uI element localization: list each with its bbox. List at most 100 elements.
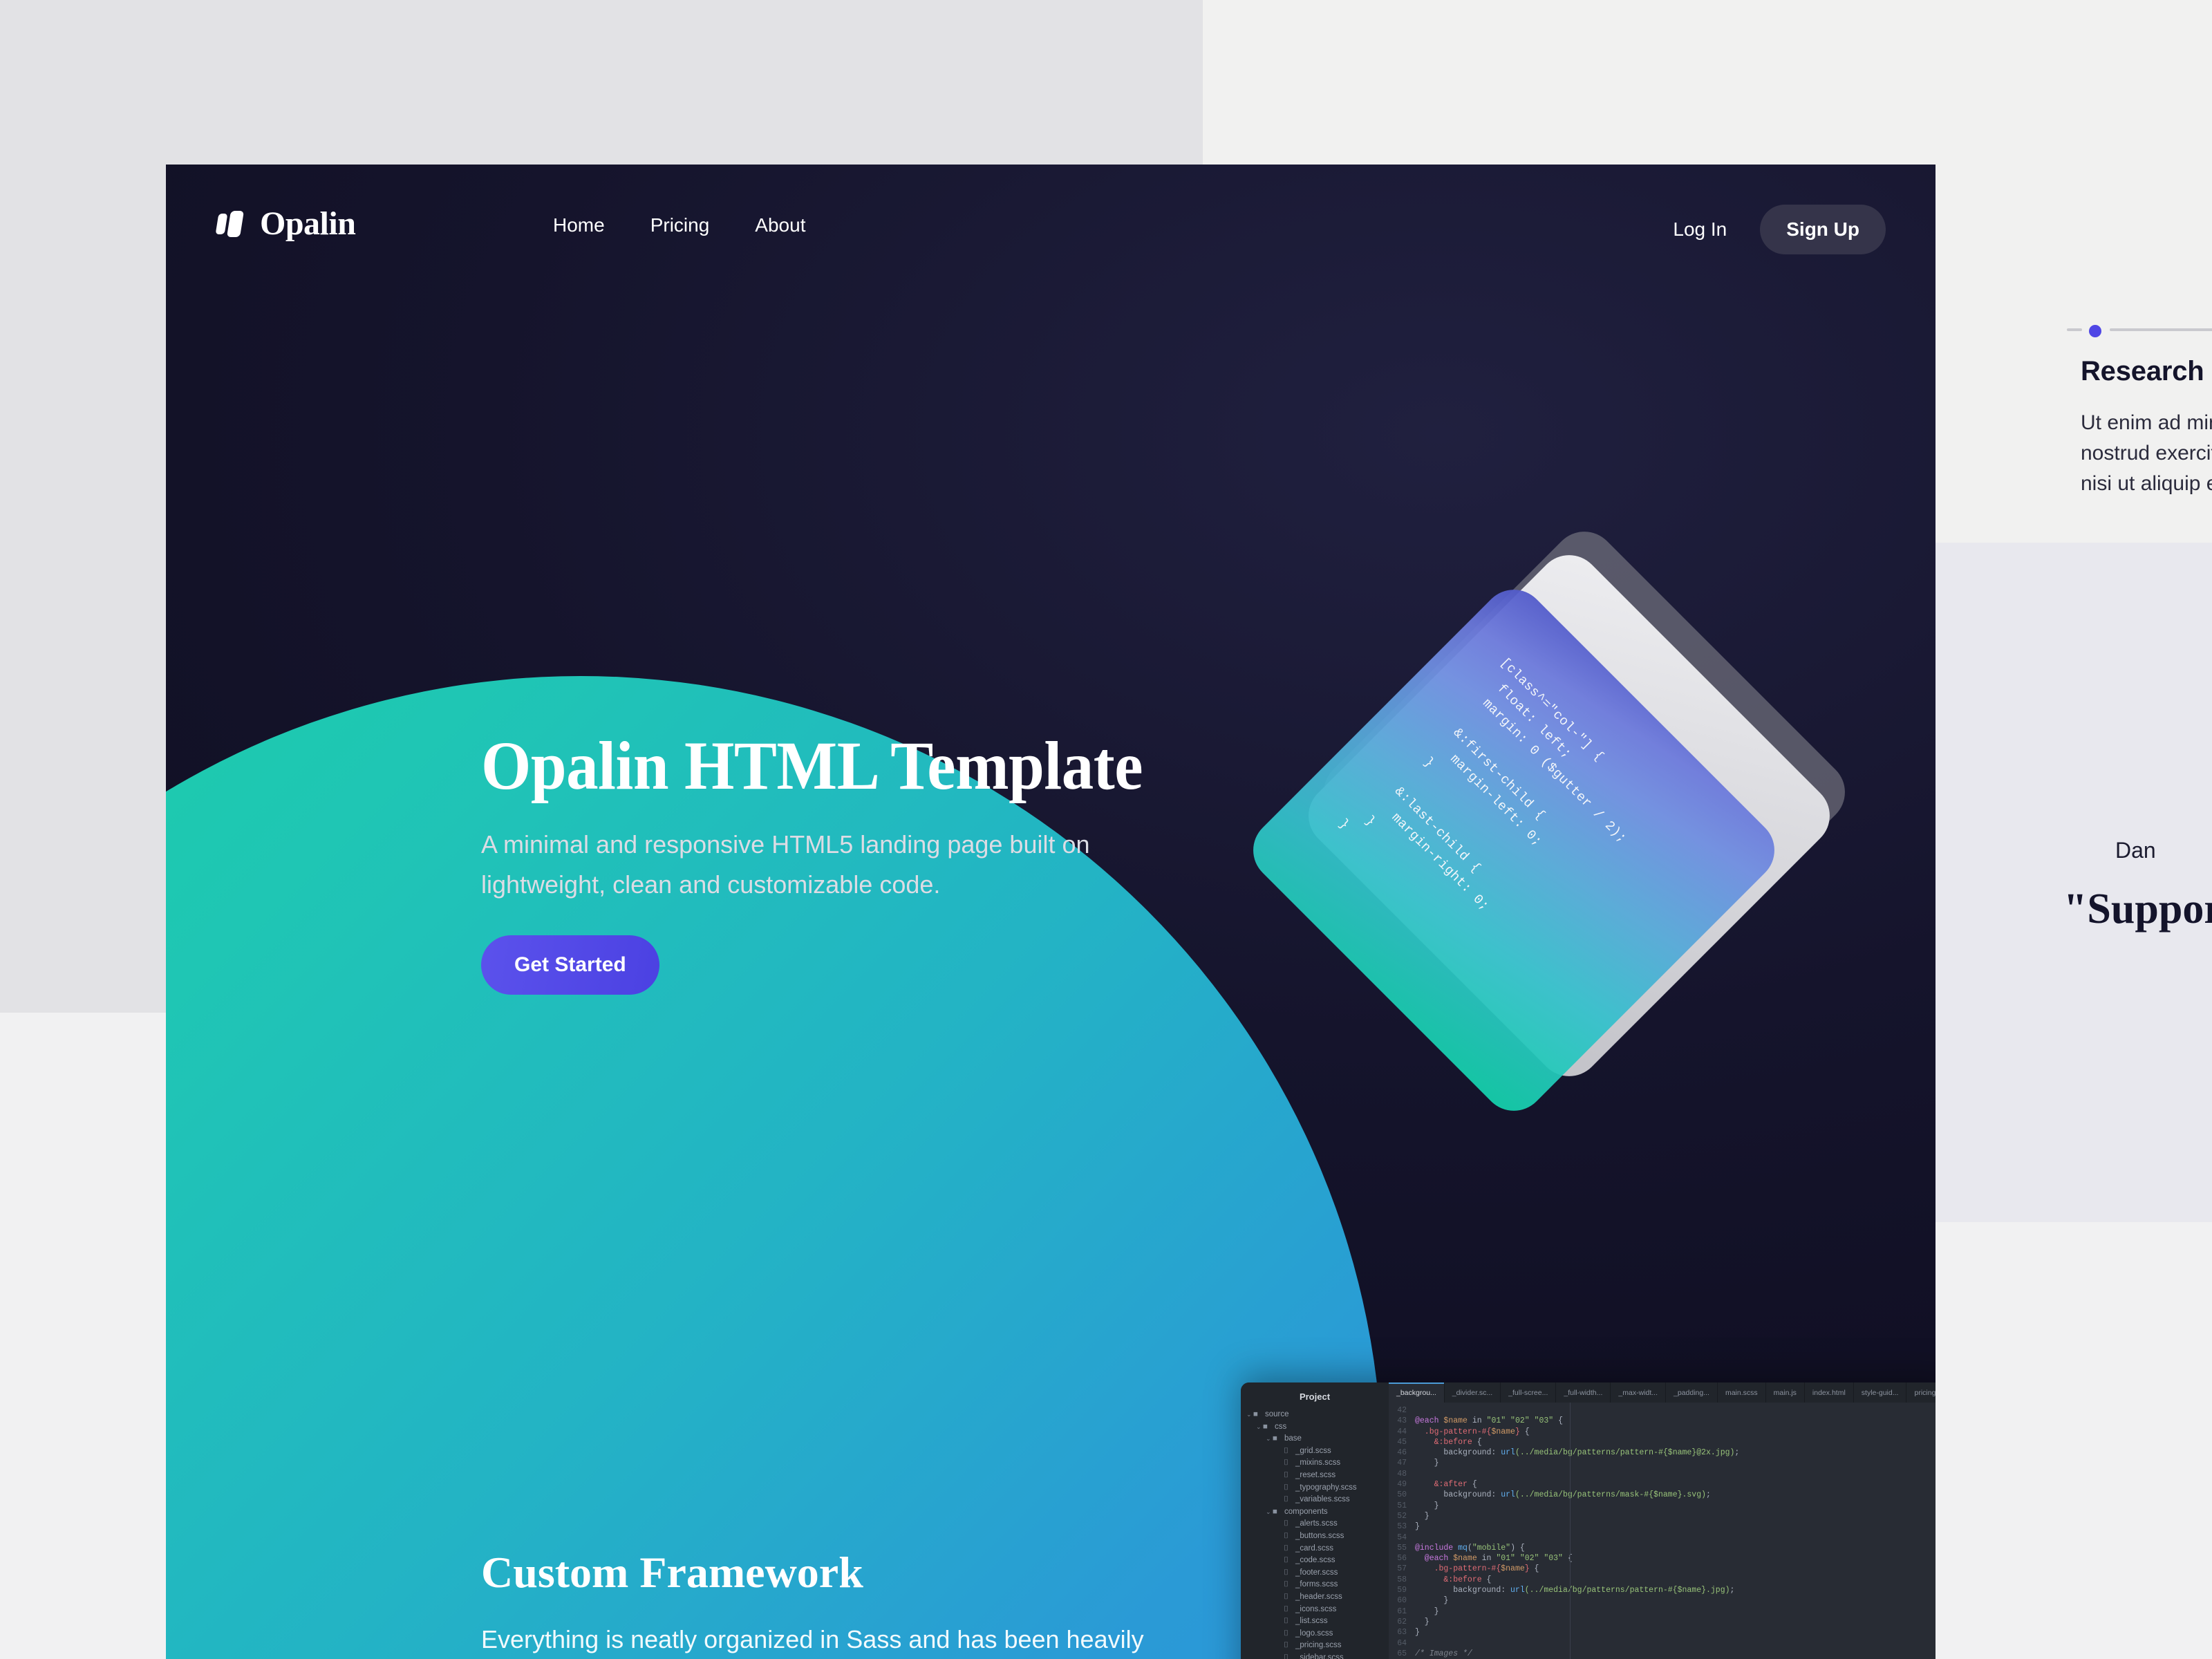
nav-link-home[interactable]: Home xyxy=(553,214,605,236)
code-text: } xyxy=(1415,1501,1439,1510)
file-tree-folder[interactable]: ⌄ ■ source xyxy=(1241,1409,1389,1421)
file-tree-file[interactable]: ⌷ _reset.scss xyxy=(1241,1470,1389,1482)
editor-tab[interactable]: main.scss xyxy=(1718,1382,1766,1403)
file-tree-folder[interactable]: ⌄ ■ components xyxy=(1241,1506,1389,1519)
editor-tab[interactable]: _padding... xyxy=(1666,1382,1718,1403)
file-tree-label: _alerts.scss xyxy=(1295,1519,1338,1528)
editor-tab[interactable]: _backgrou... xyxy=(1389,1382,1445,1403)
isometric-code-illustration: [class^="col-"] { float: left; margin: 0… xyxy=(1240,518,1936,1132)
timeline-segment-left xyxy=(2067,328,2082,331)
file-tree-folder[interactable]: ⌄ ■ base xyxy=(1241,1433,1389,1445)
code-line: 46 background: url(../media/bg/patterns/… xyxy=(1389,1447,1936,1458)
line-number: 65 xyxy=(1397,1649,1407,1658)
file-tree-label: base xyxy=(1284,1434,1302,1443)
code-text: } xyxy=(1415,1617,1430,1627)
code-line: 51 } xyxy=(1389,1501,1936,1511)
editor-tab[interactable]: index.html xyxy=(1805,1382,1854,1403)
nav-link-about[interactable]: About xyxy=(755,214,805,236)
code-text: } xyxy=(1415,1511,1430,1521)
code-line: 62 } xyxy=(1389,1617,1936,1627)
editor-tab[interactable]: _max-widt... xyxy=(1611,1382,1666,1403)
line-number: 50 xyxy=(1397,1490,1407,1500)
file-tree-label: _mixins.scss xyxy=(1295,1459,1341,1468)
file-tree-file[interactable]: ⌷ _footer.scss xyxy=(1241,1567,1389,1580)
code-line: 64 xyxy=(1389,1638,1936,1649)
editor-tab-bar[interactable]: _backgrou... _divider.sc... _full-scree...… xyxy=(1389,1382,1936,1403)
file-tree-label: _header.scss xyxy=(1295,1592,1342,1601)
brand-logo[interactable]: Opalin xyxy=(215,205,356,243)
file-tree-file[interactable]: ⌷ _header.scss xyxy=(1241,1591,1389,1604)
line-number: 54 xyxy=(1397,1533,1407,1542)
folder-icon: ■ xyxy=(1273,1434,1277,1443)
file-tree-file[interactable]: ⌷ _forms.scss xyxy=(1241,1579,1389,1591)
get-started-button[interactable]: Get Started xyxy=(481,935,659,995)
file-tree-label: css xyxy=(1275,1422,1287,1431)
line-number: 48 xyxy=(1397,1469,1407,1479)
primary-nav: Home Pricing About xyxy=(553,214,805,236)
file-tree-file[interactable]: ⌷ _variables.scss xyxy=(1241,1494,1389,1506)
file-tree-label: _pricing.scss xyxy=(1295,1641,1342,1650)
file-icon: ⌷ xyxy=(1284,1568,1288,1577)
file-tree-label: _forms.scss xyxy=(1295,1580,1338,1589)
code-line: 43 @each $name in "01" "02" "03" { xyxy=(1389,1416,1936,1426)
editor-tab[interactable]: _full-width... xyxy=(1556,1382,1611,1403)
line-number: 56 xyxy=(1397,1554,1407,1564)
file-tree-folder[interactable]: ⌄ ■ css xyxy=(1241,1421,1389,1434)
code-line: 58 &:before { xyxy=(1389,1575,1936,1585)
feature-title: Custom Framework xyxy=(481,1548,863,1597)
editor-code-area[interactable]: 42 43 @each $name in "01" "02" "03" {44 .b… xyxy=(1389,1403,1936,1659)
code-line: 45 &:before { xyxy=(1389,1437,1936,1447)
code-line: 47 } xyxy=(1389,1458,1936,1468)
hero-section: Opalin Home Pricing About Log In Sign Up… xyxy=(166,165,1936,1659)
code-text: .bg-pattern-#{$name} { xyxy=(1415,1564,1539,1574)
code-line: 48 xyxy=(1389,1469,1936,1479)
file-tree-file[interactable]: ⌷ _sidebar.scss xyxy=(1241,1652,1389,1659)
line-number: 49 xyxy=(1397,1480,1407,1490)
code-text: background: url(../media/bg/patterns/pat… xyxy=(1415,1448,1740,1458)
line-number: 51 xyxy=(1397,1501,1407,1510)
code-line: 63} xyxy=(1389,1627,1936,1638)
folder-icon: ■ xyxy=(1253,1410,1258,1418)
code-line: 56 @each $name in "01" "02" "03" { xyxy=(1389,1553,1936,1564)
file-tree-file[interactable]: ⌷ _grid.scss xyxy=(1241,1445,1389,1458)
file-icon: ⌷ xyxy=(1284,1641,1288,1650)
file-icon: ⌷ xyxy=(1284,1604,1288,1613)
folder-icon: ■ xyxy=(1273,1507,1277,1516)
file-tree-file[interactable]: ⌷ _card.scss xyxy=(1241,1543,1389,1555)
file-icon: ⌷ xyxy=(1284,1531,1288,1540)
file-tree-file[interactable]: ⌷ _icons.scss xyxy=(1241,1604,1389,1616)
timeline-dot-icon[interactable] xyxy=(2089,325,2101,337)
editor-tab[interactable]: style-guid... xyxy=(1854,1382,1907,1403)
code-text: /* Images */ xyxy=(1415,1649,1472,1658)
file-tree-label: _icons.scss xyxy=(1295,1604,1337,1613)
editor-tab[interactable]: pricing.ht... xyxy=(1906,1382,1936,1403)
file-icon: ⌷ xyxy=(1284,1483,1288,1492)
file-icon: ⌷ xyxy=(1284,1617,1288,1626)
testimonial-quote: "Suppor xyxy=(2063,885,2212,932)
file-tree-file[interactable]: ⌷ _list.scss xyxy=(1241,1615,1389,1628)
file-tree-file[interactable]: ⌷ _code.scss xyxy=(1241,1555,1389,1567)
file-tree-file[interactable]: ⌷ _logo.scss xyxy=(1241,1628,1389,1640)
file-tree-file[interactable]: ⌷ _mixins.scss xyxy=(1241,1457,1389,1470)
line-number: 53 xyxy=(1397,1522,1407,1532)
file-icon: ⌷ xyxy=(1284,1556,1288,1565)
file-tree-file[interactable]: ⌷ _typography.scss xyxy=(1241,1482,1389,1494)
code-text: &:after { xyxy=(1415,1480,1477,1490)
line-number: 63 xyxy=(1397,1628,1407,1638)
file-tree-label: _typography.scss xyxy=(1295,1483,1357,1492)
file-tree-file[interactable]: ⌷ _buttons.scss xyxy=(1241,1530,1389,1543)
file-tree-file[interactable]: ⌷ _alerts.scss xyxy=(1241,1518,1389,1530)
file-icon: ⌷ xyxy=(1284,1592,1288,1601)
editor-tab[interactable]: _divider.sc... xyxy=(1445,1382,1501,1403)
file-tree[interactable]: ⌄ ■ source ⌄ ■ css ⌄ ■ base ⌷ _grid.scss ⌷ _mixins.s… xyxy=(1241,1409,1389,1659)
code-text: } xyxy=(1415,1522,1420,1532)
sign-up-button[interactable]: Sign Up xyxy=(1760,205,1886,254)
file-icon: ⌷ xyxy=(1284,1544,1288,1553)
nav-link-pricing[interactable]: Pricing xyxy=(650,214,710,236)
line-number: 47 xyxy=(1397,1459,1407,1468)
editor-tab[interactable]: main.js xyxy=(1766,1382,1805,1403)
log-in-link[interactable]: Log In xyxy=(1667,218,1732,241)
file-tree-file[interactable]: ⌷ _pricing.scss xyxy=(1241,1640,1389,1652)
editor-tab[interactable]: _full-scree... xyxy=(1501,1382,1557,1403)
code-line: 55 @include mq("mobile") { xyxy=(1389,1543,1936,1553)
